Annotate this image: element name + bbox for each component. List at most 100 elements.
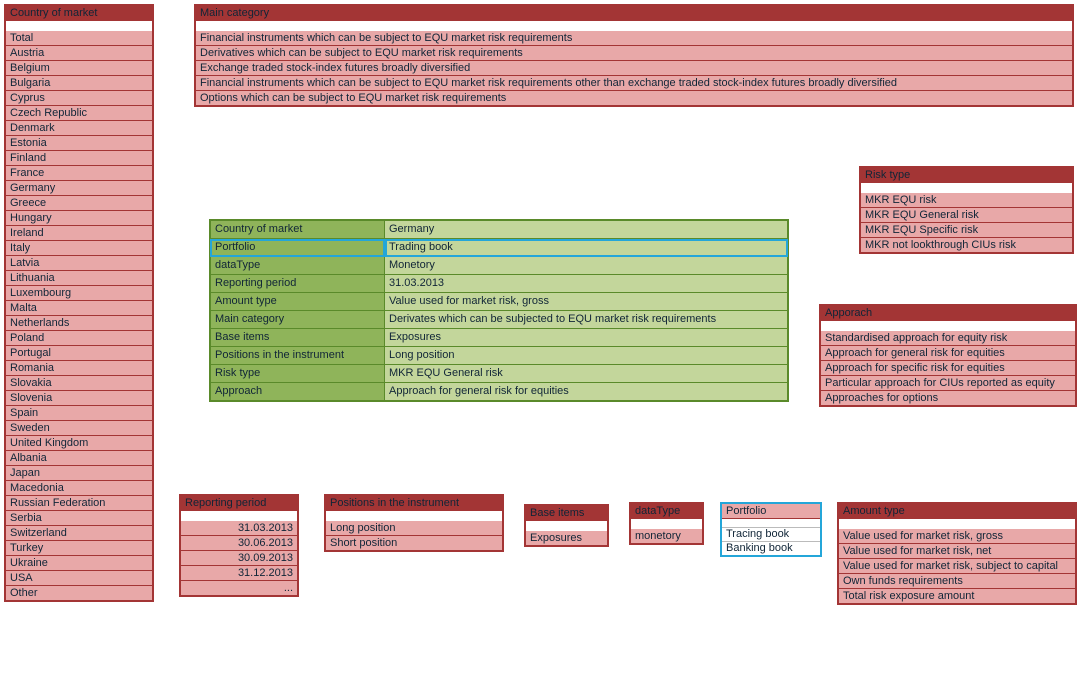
datatype-panel: dataType monetory — [629, 502, 704, 545]
main-category-header: Main category — [196, 6, 1072, 21]
risk-type-header: Risk type — [861, 168, 1072, 183]
approach-item[interactable]: Approach for specific risk for equities — [821, 361, 1075, 376]
main-category-panel: Main category Financial instruments whic… — [194, 4, 1074, 107]
reporting-period-item[interactable]: 30.09.2013 — [181, 551, 297, 566]
main-category-item[interactable]: Exchange traded stock-index futures broa… — [196, 61, 1072, 76]
country-item[interactable]: Poland — [6, 331, 152, 346]
risk-type-item[interactable]: MKR EQU risk — [861, 193, 1072, 208]
country-list: Total Austria Belgium Bulgaria Cyprus Cz… — [6, 31, 152, 600]
risk-type-item[interactable]: MKR EQU General risk — [861, 208, 1072, 223]
detail-row: Base items Exposures — [210, 329, 788, 347]
base-items-list: Exposures — [526, 531, 607, 545]
reporting-period-panel: Reporting period 31.03.2013 30.06.2013 3… — [179, 494, 299, 597]
country-item[interactable]: Austria — [6, 46, 152, 61]
portfolio-item[interactable]: Banking book — [722, 541, 820, 555]
amount-type-item[interactable]: Value used for market risk, gross — [839, 529, 1075, 544]
datatype-item[interactable]: monetory — [631, 529, 702, 543]
country-item[interactable]: Germany — [6, 181, 152, 196]
country-item[interactable]: Cyprus — [6, 91, 152, 106]
amount-type-item[interactable]: Own funds requirements — [839, 574, 1075, 589]
risk-type-item[interactable]: MKR EQU Specific risk — [861, 223, 1072, 238]
datatype-list: monetory — [631, 529, 702, 543]
country-item[interactable]: Ukraine — [6, 556, 152, 571]
country-item[interactable]: Ireland — [6, 226, 152, 241]
country-item[interactable]: Latvia — [6, 256, 152, 271]
panel-spacer — [839, 519, 1075, 529]
country-item[interactable]: Czech Republic — [6, 106, 152, 121]
detail-row-selected[interactable]: Portfolio Trading book — [210, 239, 788, 257]
detail-label: Approach — [210, 383, 385, 402]
main-category-list: Financial instruments which can be subje… — [196, 31, 1072, 105]
country-item[interactable]: Greece — [6, 196, 152, 211]
reporting-period-item[interactable]: ... — [181, 581, 297, 595]
country-item[interactable]: Romania — [6, 361, 152, 376]
country-item[interactable]: Hungary — [6, 211, 152, 226]
portfolio-panel[interactable]: Portfolio Tracing book Banking book — [720, 502, 822, 557]
country-item[interactable]: Total — [6, 31, 152, 46]
approach-item[interactable]: Particular approach for CIUs reported as… — [821, 376, 1075, 391]
country-item[interactable]: Switzerland — [6, 526, 152, 541]
positions-item[interactable]: Long position — [326, 521, 502, 536]
detail-value: Long position — [385, 347, 789, 365]
detail-label: Positions in the instrument — [210, 347, 385, 365]
reporting-period-header: Reporting period — [181, 496, 297, 511]
country-panel-header: Country of market — [6, 6, 152, 21]
country-item[interactable]: Serbia — [6, 511, 152, 526]
amount-type-item[interactable]: Value used for market risk, subject to c… — [839, 559, 1075, 574]
country-item[interactable]: Slovakia — [6, 376, 152, 391]
detail-label: Base items — [210, 329, 385, 347]
base-items-panel: Base items Exposures — [524, 504, 609, 547]
country-item[interactable]: Belgium — [6, 61, 152, 76]
country-item[interactable]: Turkey — [6, 541, 152, 556]
detail-value: Trading book — [385, 239, 789, 257]
detail-label: Portfolio — [210, 239, 385, 257]
main-category-item[interactable]: Financial instruments which can be subje… — [196, 76, 1072, 91]
reporting-period-item[interactable]: 31.03.2013 — [181, 521, 297, 536]
country-item[interactable]: Russian Federation — [6, 496, 152, 511]
reporting-period-item[interactable]: 30.06.2013 — [181, 536, 297, 551]
amount-type-item[interactable]: Total risk exposure amount — [839, 589, 1075, 603]
reporting-period-item[interactable]: 31.12.2013 — [181, 566, 297, 581]
country-item[interactable]: Finland — [6, 151, 152, 166]
main-category-item[interactable]: Financial instruments which can be subje… — [196, 31, 1072, 46]
approach-item[interactable]: Approach for general risk for equities — [821, 346, 1075, 361]
portfolio-item[interactable]: Tracing book — [722, 527, 820, 541]
reporting-period-list: 31.03.2013 30.06.2013 30.09.2013 31.12.2… — [181, 521, 297, 595]
country-item[interactable]: Estonia — [6, 136, 152, 151]
detail-label: Main category — [210, 311, 385, 329]
country-item[interactable]: Slovenia — [6, 391, 152, 406]
main-category-item[interactable]: Options which can be subject to EQU mark… — [196, 91, 1072, 105]
country-item[interactable]: Italy — [6, 241, 152, 256]
country-item[interactable]: USA — [6, 571, 152, 586]
country-item[interactable]: Netherlands — [6, 316, 152, 331]
country-item[interactable]: Bulgaria — [6, 76, 152, 91]
country-item[interactable]: Macedonia — [6, 481, 152, 496]
approach-item[interactable]: Approaches for options — [821, 391, 1075, 405]
country-item[interactable]: Other — [6, 586, 152, 600]
country-item[interactable]: Albania — [6, 451, 152, 466]
base-items-item[interactable]: Exposures — [526, 531, 607, 545]
country-item[interactable]: Denmark — [6, 121, 152, 136]
amount-type-item[interactable]: Value used for market risk, net — [839, 544, 1075, 559]
country-item[interactable]: Luxembourg — [6, 286, 152, 301]
country-item[interactable]: France — [6, 166, 152, 181]
country-item[interactable]: Sweden — [6, 421, 152, 436]
positions-header: Positions in the instrument — [326, 496, 502, 511]
country-item[interactable]: Lithuania — [6, 271, 152, 286]
country-item[interactable]: Portugal — [6, 346, 152, 361]
country-item[interactable]: Japan — [6, 466, 152, 481]
country-item[interactable]: Spain — [6, 406, 152, 421]
approach-panel: Apporach Standardised approach for equit… — [819, 304, 1077, 407]
positions-panel: Positions in the instrument Long positio… — [324, 494, 504, 552]
positions-item[interactable]: Short position — [326, 536, 502, 550]
country-item[interactable]: United Kingdom — [6, 436, 152, 451]
main-category-item[interactable]: Derivatives which can be subject to EQU … — [196, 46, 1072, 61]
panel-spacer — [196, 21, 1072, 31]
country-item[interactable]: Malta — [6, 301, 152, 316]
detail-value: Derivates which can be subjected to EQU … — [385, 311, 789, 329]
risk-type-item[interactable]: MKR not lookthrough CIUs risk — [861, 238, 1072, 252]
detail-row: Reporting period 31.03.2013 — [210, 275, 788, 293]
approach-item[interactable]: Standardised approach for equity risk — [821, 331, 1075, 346]
panel-spacer — [722, 519, 820, 527]
positions-list: Long position Short position — [326, 521, 502, 550]
